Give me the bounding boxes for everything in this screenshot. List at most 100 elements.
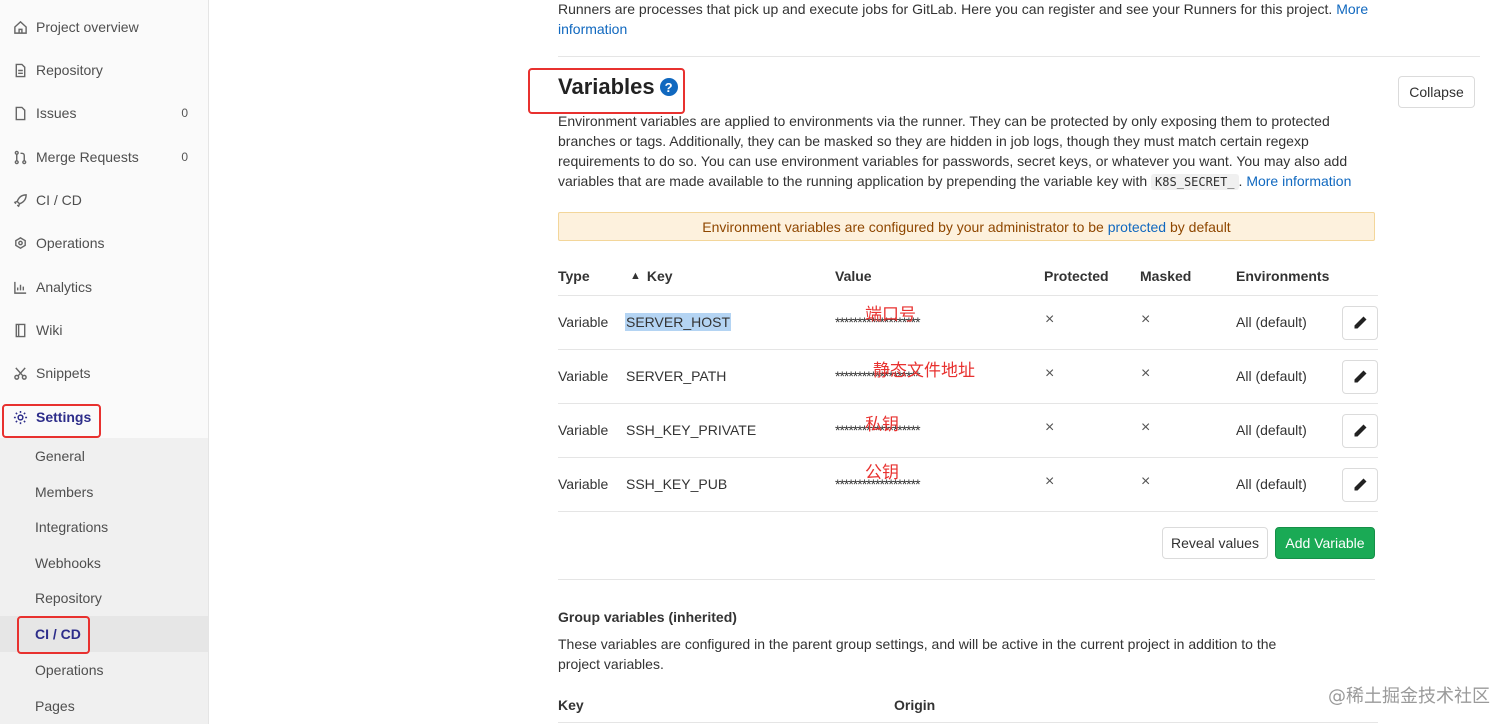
subnav-item-members[interactable]: Members (0, 474, 208, 510)
row-key: SSH_KEY_PRIVATE (626, 422, 757, 438)
cloud-icon (12, 235, 28, 251)
annotation-note: 私钥 (865, 415, 899, 435)
collapse-button[interactable]: Collapse (1398, 76, 1475, 108)
divider (558, 349, 1378, 350)
subnav-item-webhooks[interactable]: Webhooks (0, 545, 208, 581)
annotation-note: 公钥 (865, 463, 899, 483)
column-header-type: Type (558, 268, 590, 284)
settings-subnav: General Members Integrations Webhooks Re… (0, 438, 208, 724)
group-column-header-origin: Origin (894, 697, 936, 713)
sidebar-item-label: Repository (36, 62, 103, 78)
sidebar-item-label: Wiki (36, 322, 63, 338)
issues-icon (12, 105, 28, 121)
reveal-values-button[interactable]: Reveal values (1162, 527, 1268, 559)
sort-icon: ▲ (630, 270, 641, 282)
group-variables-description: These variables are configured in the pa… (558, 636, 1277, 672)
edit-variable-button[interactable] (1342, 306, 1378, 340)
variables-more-info-link[interactable]: More information (1246, 173, 1351, 189)
sidebar-item-label: Analytics (36, 279, 93, 295)
row-environment: All (default) (1236, 368, 1307, 384)
edit-variable-button[interactable] (1342, 468, 1378, 502)
home-icon (12, 19, 28, 35)
pencil-icon (1354, 478, 1367, 491)
divider (558, 457, 1378, 458)
pencil-icon (1354, 316, 1367, 329)
sidebar-item-label: Merge Requests (36, 149, 139, 165)
edit-variable-button[interactable] (1342, 360, 1378, 394)
column-header-masked: Masked (1140, 268, 1192, 284)
protected-false-icon: × (1045, 311, 1055, 328)
column-header-protected: Protected (1044, 268, 1109, 284)
doc-icon (12, 62, 28, 78)
book-icon (12, 322, 28, 338)
subnav-item-general[interactable]: General (0, 438, 208, 474)
merge-icon (12, 149, 28, 165)
subnav-item-pages[interactable]: Pages (0, 688, 208, 724)
row-key: SSH_KEY_PUB (626, 476, 728, 492)
pencil-icon (1354, 370, 1367, 383)
watermark: @稀土掘金技术社区 (1328, 686, 1490, 707)
sidebar-item-label: Project overview (36, 19, 139, 35)
divider (558, 579, 1375, 580)
annotation-note: 端口号 (865, 305, 916, 325)
masked-false-icon: × (1141, 365, 1151, 382)
sidebar-item-analytics[interactable]: Analytics (0, 267, 208, 307)
variables-title: Variables ? (558, 74, 678, 100)
divider (558, 403, 1378, 404)
sidebar-item-label: Issues (36, 105, 77, 121)
subnav-item-integrations[interactable]: Integrations (0, 509, 208, 545)
annotation-note: 静态文件地址 (873, 361, 975, 381)
k8s-secret-code: K8S_SECRET_ (1151, 174, 1239, 190)
subnav-item-repository[interactable]: Repository (0, 580, 208, 616)
sidebar-item-label: Snippets (36, 365, 91, 381)
project-sidebar: Project overview Repository Issues 0 Mer… (0, 0, 209, 724)
issues-count: 0 (181, 106, 188, 120)
row-environment: All (default) (1236, 314, 1307, 330)
row-key: SERVER_PATH (626, 368, 727, 384)
sidebar-item-repository[interactable]: Repository (0, 50, 208, 90)
protected-false-icon: × (1045, 473, 1055, 490)
sidebar-item-label: CI / CD (36, 192, 82, 208)
subnav-item-operations[interactable]: Operations (0, 652, 208, 688)
edit-variable-button[interactable] (1342, 414, 1378, 448)
group-column-header-key: Key (558, 697, 584, 713)
divider (558, 56, 1480, 57)
protected-false-icon: × (1045, 419, 1055, 436)
column-header-value: Value (835, 268, 872, 284)
protected-link[interactable]: protected (1108, 219, 1166, 235)
divider (558, 511, 1378, 512)
masked-false-icon: × (1141, 473, 1151, 490)
sidebar-item-label: Operations (36, 235, 105, 251)
merge-requests-count: 0 (181, 150, 188, 164)
annotation-box-ci-cd (17, 616, 90, 654)
rocket-icon (12, 192, 28, 208)
masked-false-icon: × (1141, 419, 1151, 436)
runners-description: Runners are processes that pick up and e… (558, 1, 1369, 37)
variables-description: Environment variables are applied to env… (558, 113, 1352, 190)
sidebar-item-merge-requests[interactable]: Merge Requests 0 (0, 137, 208, 177)
sidebar-item-wiki[interactable]: Wiki (0, 310, 208, 350)
column-header-key[interactable]: ▲ Key (630, 268, 673, 284)
group-variables-title: Group variables (inherited) (558, 609, 737, 625)
divider (558, 722, 1378, 723)
annotation-box-settings (2, 404, 101, 438)
scissors-icon (12, 365, 28, 381)
row-environment: All (default) (1236, 476, 1307, 492)
sidebar-item-ci-cd[interactable]: CI / CD (0, 180, 208, 220)
add-variable-button[interactable]: Add Variable (1275, 527, 1375, 559)
pencil-icon (1354, 424, 1367, 437)
sidebar-item-snippets[interactable]: Snippets (0, 353, 208, 393)
row-type: Variable (558, 368, 609, 384)
protected-false-icon: × (1045, 365, 1055, 382)
row-type: Variable (558, 476, 609, 492)
row-type: Variable (558, 422, 609, 438)
sidebar-item-issues[interactable]: Issues 0 (0, 93, 208, 133)
sidebar-item-operations[interactable]: Operations (0, 223, 208, 263)
help-icon[interactable]: ? (659, 78, 678, 96)
chart-icon (12, 279, 28, 295)
row-environment: All (default) (1236, 422, 1307, 438)
sidebar-item-project-overview[interactable]: Project overview (0, 7, 208, 47)
row-type: Variable (558, 314, 609, 330)
column-header-environments: Environments (1236, 268, 1330, 284)
row-key: SERVER_HOST (625, 313, 731, 331)
